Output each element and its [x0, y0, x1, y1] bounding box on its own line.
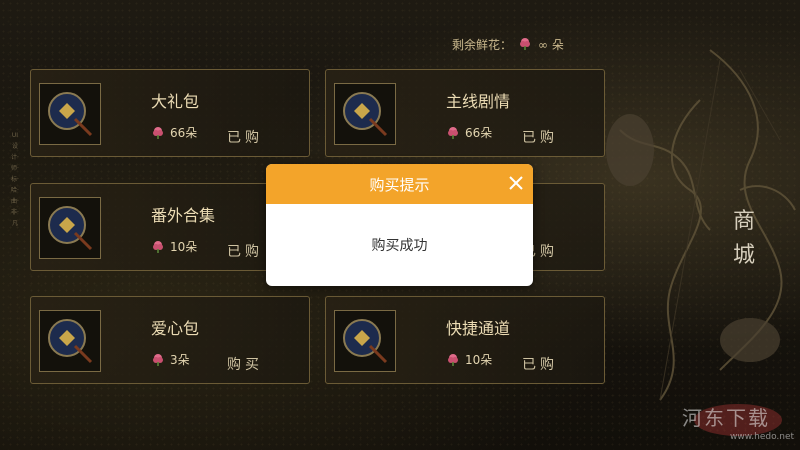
item-thumbnail [334, 310, 396, 372]
item-card[interactable]: 大礼包 66朵 已购 [30, 69, 310, 157]
fan-icon [48, 319, 93, 364]
item-price: 10朵 [151, 238, 197, 255]
flower-icon [153, 126, 163, 139]
buy-button[interactable]: 购买 [227, 354, 263, 374]
item-title: 大礼包 [151, 92, 200, 111]
item-price-value: 10朵 [465, 353, 493, 367]
close-icon[interactable] [507, 174, 525, 192]
item-thumbnail [334, 83, 396, 145]
watermark-text: 河东下载 [682, 406, 770, 430]
item-status: 已购 [522, 357, 558, 373]
item-title: 番外合集 [151, 206, 216, 225]
item-price-value: 66朵 [170, 126, 198, 140]
item-title: 主线剧情 [446, 92, 511, 111]
fan-icon [343, 92, 388, 137]
flower-icon [520, 38, 531, 50]
item-status: 已购 [227, 130, 263, 146]
item-title: 快捷通道 [446, 319, 511, 338]
shop-title-char-2: 城 [732, 243, 755, 268]
item-thumbnail [39, 197, 101, 259]
flower-icon [448, 126, 458, 139]
fan-icon [343, 319, 388, 364]
watermark-url: www.hedo.net [730, 432, 795, 442]
item-price-value: 3朵 [170, 353, 190, 367]
flower-icon [153, 240, 163, 253]
shop-title: 商 城 [726, 205, 762, 273]
side-vertical-text: UI设计·师·标·哈·曲·非·凡 [11, 132, 19, 227]
flower-stock: 剩余鲜花： ∞ 朵 [452, 35, 564, 53]
item-price: 10朵 [446, 351, 492, 368]
item-status: 已购 [522, 130, 558, 146]
fan-icon [48, 92, 93, 137]
item-price: 66朵 [446, 124, 492, 141]
flower-icon [448, 353, 458, 366]
item-status: 已购 [227, 244, 263, 260]
item-card[interactable]: 快捷通道 10朵 已购 [325, 296, 605, 384]
dragon-illustration [606, 49, 796, 401]
item-price: 66朵 [151, 124, 197, 141]
purchase-dialog: 购买提示 购买成功 [266, 164, 533, 286]
dialog-title: 购买提示 [369, 175, 430, 194]
item-price-value: 66朵 [465, 126, 493, 140]
item-card[interactable]: 主线剧情 66朵 已购 [325, 69, 605, 157]
item-thumbnail [39, 310, 101, 372]
dialog-message: 购买成功 [371, 238, 428, 254]
item-title: 爱心包 [151, 319, 200, 338]
flower-stock-value: ∞ 朵 [538, 37, 564, 52]
shop-title-char-1: 商 [732, 209, 755, 234]
flower-icon [153, 353, 163, 366]
item-price: 3朵 [151, 351, 190, 368]
flower-stock-label: 剩余鲜花： [452, 37, 513, 52]
fan-icon [48, 206, 93, 251]
item-thumbnail [39, 83, 101, 145]
item-price-value: 10朵 [170, 240, 198, 254]
item-card[interactable]: 爱心包 3朵 购买 [30, 296, 310, 384]
dialog-header: 购买提示 [266, 164, 533, 204]
